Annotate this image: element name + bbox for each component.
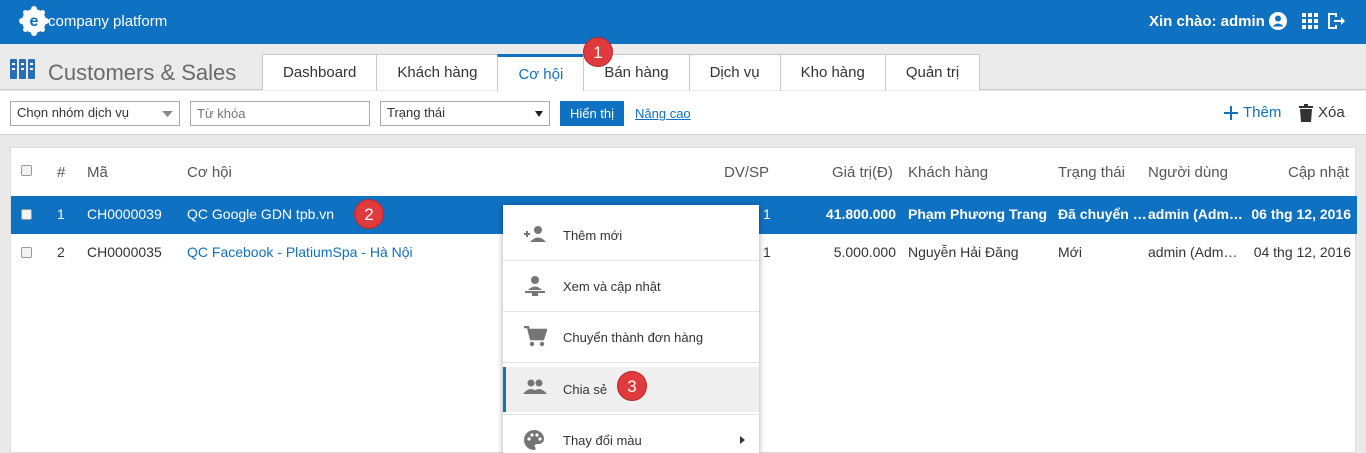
row-number: 1	[57, 206, 65, 222]
user-account-icon[interactable]	[1268, 11, 1288, 31]
module-binders-icon	[10, 59, 35, 79]
header-updated[interactable]: Cập nhật	[1288, 164, 1349, 181]
tab-services[interactable]: Dịch vụ	[688, 54, 781, 90]
service-group-select[interactable]: Chọn nhóm dịch vụ	[10, 101, 180, 126]
menu-item-label: Thêm mới	[563, 228, 623, 243]
row-user: admin (Adm…	[1148, 206, 1243, 222]
context-menu: Thêm mới Xem và cập nhật Chuyển thành đơ…	[503, 205, 759, 453]
row-checkbox[interactable]	[21, 247, 32, 258]
row-status: Mới	[1058, 244, 1082, 260]
header-customer[interactable]: Khách hàng	[908, 164, 988, 181]
menu-divider	[503, 362, 759, 363]
service-group-value: Chọn nhóm dịch vụ	[17, 105, 130, 120]
header-dvsp[interactable]: DV/SP	[724, 164, 769, 181]
row-opportunity-name[interactable]: QC Facebook - PlatiumSpa - Hà Nội	[187, 244, 413, 260]
add-button[interactable]: Thêm	[1243, 104, 1281, 121]
menu-item-change-color[interactable]: Thay đổi màu	[503, 418, 759, 453]
status-value: Trạng thái	[387, 105, 446, 120]
select-all-checkbox[interactable]	[21, 165, 32, 176]
step-badge-2: 2	[354, 199, 384, 229]
top-bar: e company platform Xin chào: admin	[0, 0, 1366, 44]
menu-divider	[503, 260, 759, 261]
row-code: CH0000039	[87, 206, 162, 222]
keyword-input[interactable]	[190, 101, 370, 126]
header-status[interactable]: Trạng thái	[1058, 164, 1125, 181]
greeting: Xin chào: admin	[1149, 13, 1265, 30]
module-title: Customers & Sales	[48, 60, 237, 85]
filter-bar: Chọn nhóm dịch vụ Trạng thái Hiển thị Nâ…	[0, 91, 1366, 135]
trash-icon[interactable]	[1299, 104, 1313, 122]
step-badge-1: 1	[583, 37, 613, 67]
header-number: #	[57, 164, 66, 181]
menu-item-convert-order[interactable]: Chuyển thành đơn hàng	[503, 315, 759, 360]
show-button[interactable]: Hiển thị	[560, 101, 624, 126]
dropdown-arrow-icon	[162, 111, 173, 117]
row-code: CH0000035	[87, 244, 162, 260]
step-badge-3: 3	[617, 371, 647, 401]
header-value[interactable]: Giá trị(Đ)	[832, 164, 893, 181]
logo-icon: e	[19, 6, 49, 36]
row-opportunity-name[interactable]: QC Google GDN tpb.vn	[187, 206, 334, 222]
logout-icon[interactable]	[1326, 11, 1346, 31]
view-person-icon	[525, 276, 545, 296]
menu-item-add-new[interactable]: Thêm mới	[503, 213, 759, 258]
advanced-link[interactable]: Nâng cao	[635, 106, 691, 121]
palette-icon	[524, 430, 544, 450]
header-code[interactable]: Mã	[87, 164, 108, 181]
tab-opportunities[interactable]: Cơ hội	[497, 54, 585, 91]
header-opportunity[interactable]: Cơ hội	[187, 164, 232, 181]
row-value: 5.000.000	[833, 244, 896, 260]
menu-item-label: Chia sẻ	[563, 382, 608, 397]
row-customer: Nguyễn Hải Đăng	[908, 244, 1019, 260]
dropdown-arrow-icon	[535, 111, 543, 117]
module-bar: Customers & Sales Dashboard Khách hàng C…	[0, 44, 1366, 91]
header-user[interactable]: Người dùng	[1148, 164, 1228, 181]
menu-item-view-update[interactable]: Xem và cập nhật	[503, 264, 759, 309]
tab-admin[interactable]: Quản trị	[884, 54, 981, 90]
tab-warehouse[interactable]: Kho hàng	[779, 54, 886, 90]
menu-item-label: Chuyển thành đơn hàng	[563, 330, 704, 345]
row-customer: Phạm Phương Trang	[908, 206, 1048, 222]
tab-customers[interactable]: Khách hàng	[376, 54, 499, 90]
row-user: admin (Adm…	[1148, 244, 1238, 260]
menu-divider	[503, 311, 759, 312]
menu-item-label: Xem và cập nhật	[563, 279, 661, 294]
brand-name: company platform	[48, 13, 168, 30]
menu-divider	[503, 414, 759, 415]
row-number: 2	[57, 244, 65, 260]
submenu-arrow-icon	[740, 436, 745, 444]
delete-button[interactable]: Xóa	[1318, 104, 1345, 121]
module-tabs: Dashboard Khách hàng Cơ hội Bán hàng Dịc…	[262, 54, 981, 91]
row-updated: 04 thg 12, 2016	[1253, 244, 1351, 260]
row-updated: 06 thg 12, 2016	[1251, 206, 1351, 222]
apps-grid-icon[interactable]	[1300, 11, 1320, 31]
plus-icon[interactable]	[1224, 106, 1238, 120]
tab-dashboard[interactable]: Dashboard	[262, 54, 378, 90]
svg-text:e: e	[30, 13, 39, 30]
row-checkbox[interactable]	[21, 209, 32, 220]
cart-icon	[524, 326, 547, 347]
people-icon	[523, 379, 547, 394]
row-dvsp: 1	[763, 206, 771, 222]
add-person-icon	[524, 226, 546, 242]
row-status: Đã chuyển …	[1058, 206, 1147, 222]
row-value: 41.800.000	[825, 206, 896, 222]
status-select[interactable]: Trạng thái	[380, 101, 550, 126]
menu-item-label: Thay đổi màu	[563, 433, 642, 448]
row-dvsp: 1	[763, 244, 771, 260]
